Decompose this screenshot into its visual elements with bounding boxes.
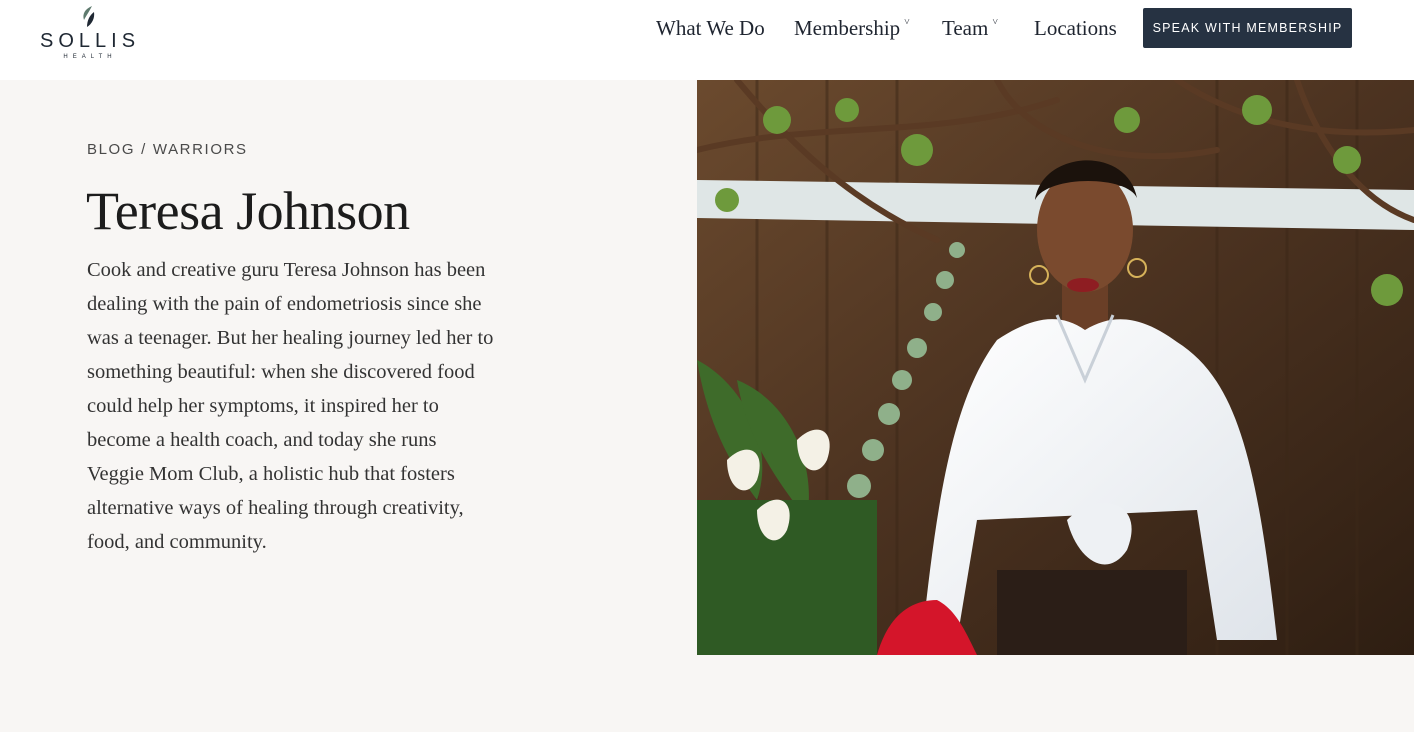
- nav-item-label: Locations: [1034, 16, 1117, 40]
- nav-locations[interactable]: Locations: [1034, 13, 1117, 43]
- leaf-logo-icon: [83, 6, 95, 27]
- speak-with-membership-button[interactable]: SPEAK WITH MEMBERSHIP: [1143, 8, 1352, 48]
- chevron-down-icon: ˅: [904, 17, 910, 28]
- chevron-down-icon: ˅: [992, 17, 998, 28]
- nav-membership[interactable]: Membership ˅: [794, 13, 910, 43]
- site-header: SOLLIS HEALTH What We Do Membership ˅ Tea…: [0, 0, 1414, 80]
- nav-item-label: Membership: [794, 16, 901, 40]
- nav-item-label: Team: [942, 16, 989, 40]
- article-title: Teresa Johnson: [86, 181, 410, 241]
- logo-subtitle: HEALTH: [63, 54, 117, 60]
- portrait-image: [697, 80, 1414, 655]
- nav-team[interactable]: Team ˅: [942, 13, 998, 43]
- article-description: Cook and creative guru Teresa Johnson ha…: [87, 259, 494, 553]
- breadcrumb: BLOG / WARRIORS: [87, 141, 248, 158]
- breadcrumb-separator: /: [141, 141, 147, 158]
- breadcrumb-blog-link[interactable]: BLOG: [87, 141, 135, 158]
- logo-wordmark: SOLLIS: [40, 30, 141, 52]
- nav-what-we-do[interactable]: What We Do: [656, 13, 765, 43]
- breadcrumb-warriors-link[interactable]: WARRIORS: [153, 141, 248, 158]
- nav-item-label: What We Do: [656, 16, 765, 40]
- sollis-logo[interactable]: SOLLIS HEALTH: [40, 4, 140, 64]
- hero-photo: [697, 80, 1414, 655]
